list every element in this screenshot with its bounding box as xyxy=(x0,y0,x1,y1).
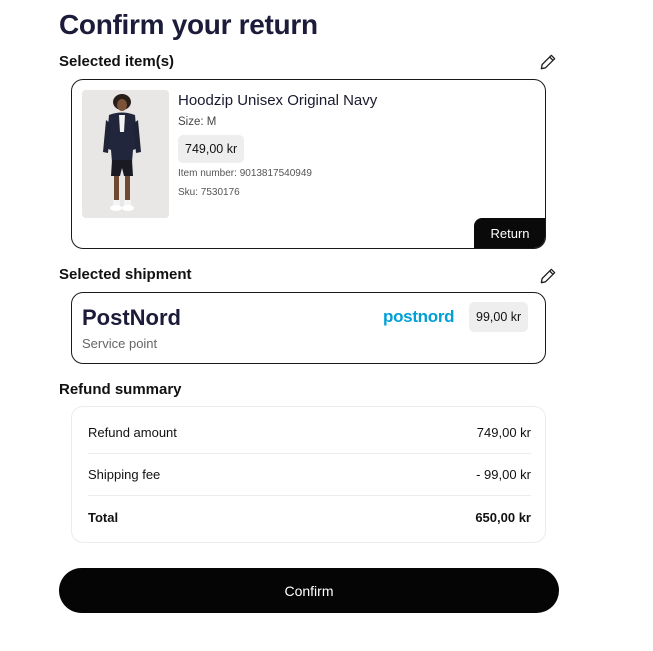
summary-row-refund: Refund amount 749,00 kr xyxy=(88,412,531,454)
item-size: Size: M xyxy=(178,116,217,128)
summary-row-shipping-fee: Shipping fee - 99,00 kr xyxy=(88,454,531,496)
item-name: Hoodzip Unisex Original Navy xyxy=(178,92,378,109)
summary-value: 749,00 kr xyxy=(476,425,531,440)
summary-value: - 99,00 kr xyxy=(476,467,531,482)
pencil-icon xyxy=(540,54,556,70)
item-sku: Sku: 7530176 xyxy=(178,187,240,198)
selected-shipment-card: PostNord Service point postnord 99,00 kr xyxy=(71,292,546,364)
product-image xyxy=(82,90,169,218)
selected-shipment-heading: Selected shipment xyxy=(59,266,192,283)
selected-item-card: Hoodzip Unisex Original Navy Size: M 749… xyxy=(71,79,546,249)
refund-summary-card: Refund amount 749,00 kr Shipping fee - 9… xyxy=(71,406,546,543)
edit-shipment-button[interactable] xyxy=(537,265,559,287)
return-badge: Return xyxy=(474,218,545,248)
postnord-logo: postnord xyxy=(383,307,455,326)
service-type: Service point xyxy=(82,336,158,351)
selected-items-heading: Selected item(s) xyxy=(59,53,175,70)
carrier-name: PostNord xyxy=(82,305,181,330)
refund-summary-heading: Refund summary xyxy=(59,381,182,398)
shipping-price: 99,00 kr xyxy=(469,302,529,332)
page-title: Confirm your return xyxy=(59,9,318,40)
summary-value: 650,00 kr xyxy=(475,509,531,525)
summary-row-total: Total 650,00 kr xyxy=(88,496,531,538)
summary-label: Total xyxy=(88,509,119,525)
item-number: Item number: 9013817540949 xyxy=(178,168,312,179)
item-price: 749,00 kr xyxy=(178,135,245,163)
pencil-icon xyxy=(540,268,556,284)
edit-items-button[interactable] xyxy=(537,51,559,73)
summary-label: Refund amount xyxy=(88,425,177,440)
summary-label: Shipping fee xyxy=(88,467,161,482)
confirm-button[interactable]: Confirm xyxy=(59,568,559,613)
